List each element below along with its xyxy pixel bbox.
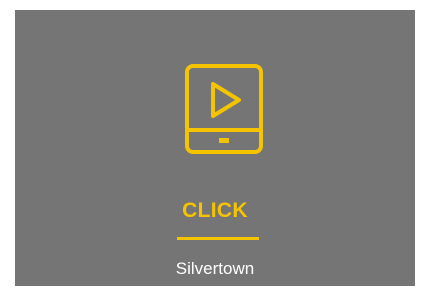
location-label: Silvertown [175,259,255,278]
click-tile[interactable]: CLICK Silvertown [15,10,415,286]
title-underline [177,237,259,240]
play-tablet-icon [183,62,269,160]
tile-title: CLICK [182,199,248,222]
